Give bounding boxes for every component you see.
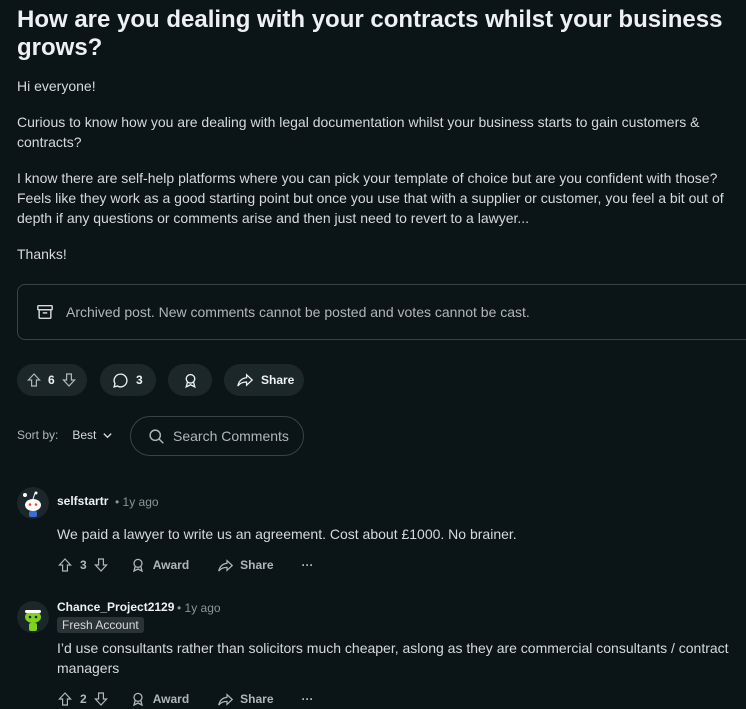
post-paragraph-3: I know there are self-help platforms whe… <box>17 170 724 226</box>
speech-bubble-icon <box>113 372 128 388</box>
award-ribbon-icon <box>132 558 143 573</box>
chevron-down-icon <box>103 432 113 438</box>
comment-age-text: 1y ago <box>122 495 159 509</box>
comments-count: 3 <box>136 373 143 387</box>
share-button[interactable]: Share <box>224 364 304 396</box>
archived-notice-text: Archived post. New comments cannot be po… <box>66 304 530 320</box>
post-vote-control: 6 <box>17 364 87 396</box>
award-ribbon-icon <box>184 373 196 388</box>
comment-award-button[interactable]: Award <box>130 557 189 573</box>
comment-vote-count: 2 <box>80 692 87 706</box>
comment-author[interactable]: Chance_Project2129 <box>57 600 174 614</box>
award-button[interactable] <box>168 364 212 396</box>
comment-share-button[interactable]: Share <box>217 558 274 573</box>
share-label: Share <box>261 373 295 387</box>
comment-vote-control: 2 <box>57 691 109 707</box>
share-label: Share <box>240 558 274 572</box>
user-flair: Fresh Account <box>57 617 144 633</box>
more-options-button[interactable]: ··· <box>302 692 314 706</box>
share-label: Share <box>240 692 274 706</box>
search-placeholder: Search Comments <box>173 428 289 444</box>
up-arrow-icon[interactable] <box>57 691 73 707</box>
sort-label: Sort by: <box>17 428 59 442</box>
up-arrow-icon[interactable] <box>57 557 73 573</box>
share-arrow-icon <box>218 692 234 706</box>
archive-box-icon <box>37 304 53 320</box>
avatar[interactable] <box>17 601 49 633</box>
comment-award-button[interactable]: Award <box>130 691 189 707</box>
post-paragraph-2: Curious to know how you are dealing with… <box>17 114 700 150</box>
comment-actions: 3 Award Share ··· <box>57 555 314 575</box>
comment-vote-count: 3 <box>80 558 87 572</box>
comment-age: • 1y ago <box>177 601 221 615</box>
comment-actions: 2 Award Share ··· <box>57 689 314 709</box>
award-label: Award <box>152 558 190 572</box>
post-vote-count: 6 <box>48 373 55 387</box>
comment-share-button[interactable]: Share <box>217 692 274 707</box>
snoo-avatar-icon <box>17 487 49 519</box>
comment-age: • 1y ago <box>115 495 159 509</box>
comment-vote-control: 3 <box>57 557 109 573</box>
sort-value: Best <box>72 428 97 442</box>
post-paragraph-1: Hi everyone! <box>17 78 96 94</box>
comment-author[interactable]: selfstartr <box>57 494 108 508</box>
award-label: Award <box>152 692 190 706</box>
share-arrow-icon <box>218 558 234 572</box>
post-paragraph-4: Thanks! <box>17 246 67 262</box>
more-options-button[interactable]: ··· <box>302 558 314 572</box>
sort-control[interactable]: Sort by: Best <box>17 428 113 442</box>
comment-age-text: 1y ago <box>184 601 221 615</box>
comment-text: I’d use consultants rather than solicito… <box>57 640 729 676</box>
down-arrow-icon[interactable] <box>61 372 77 388</box>
snoo-avatar-icon <box>17 601 49 633</box>
down-arrow-icon[interactable] <box>93 691 109 707</box>
share-arrow-icon <box>237 373 254 387</box>
up-arrow-icon[interactable] <box>26 372 42 388</box>
magnifier-icon <box>149 428 164 444</box>
down-arrow-icon[interactable] <box>93 557 109 573</box>
award-ribbon-icon <box>132 692 143 707</box>
post-title: How are you dealing with your contracts … <box>17 6 723 61</box>
comments-button[interactable]: 3 <box>100 364 156 396</box>
archived-notice: Archived post. New comments cannot be po… <box>17 284 746 340</box>
search-comments-input[interactable]: Search Comments <box>130 416 304 456</box>
comment-text: We paid a lawyer to write us an agreemen… <box>57 526 517 542</box>
avatar[interactable] <box>17 487 49 519</box>
